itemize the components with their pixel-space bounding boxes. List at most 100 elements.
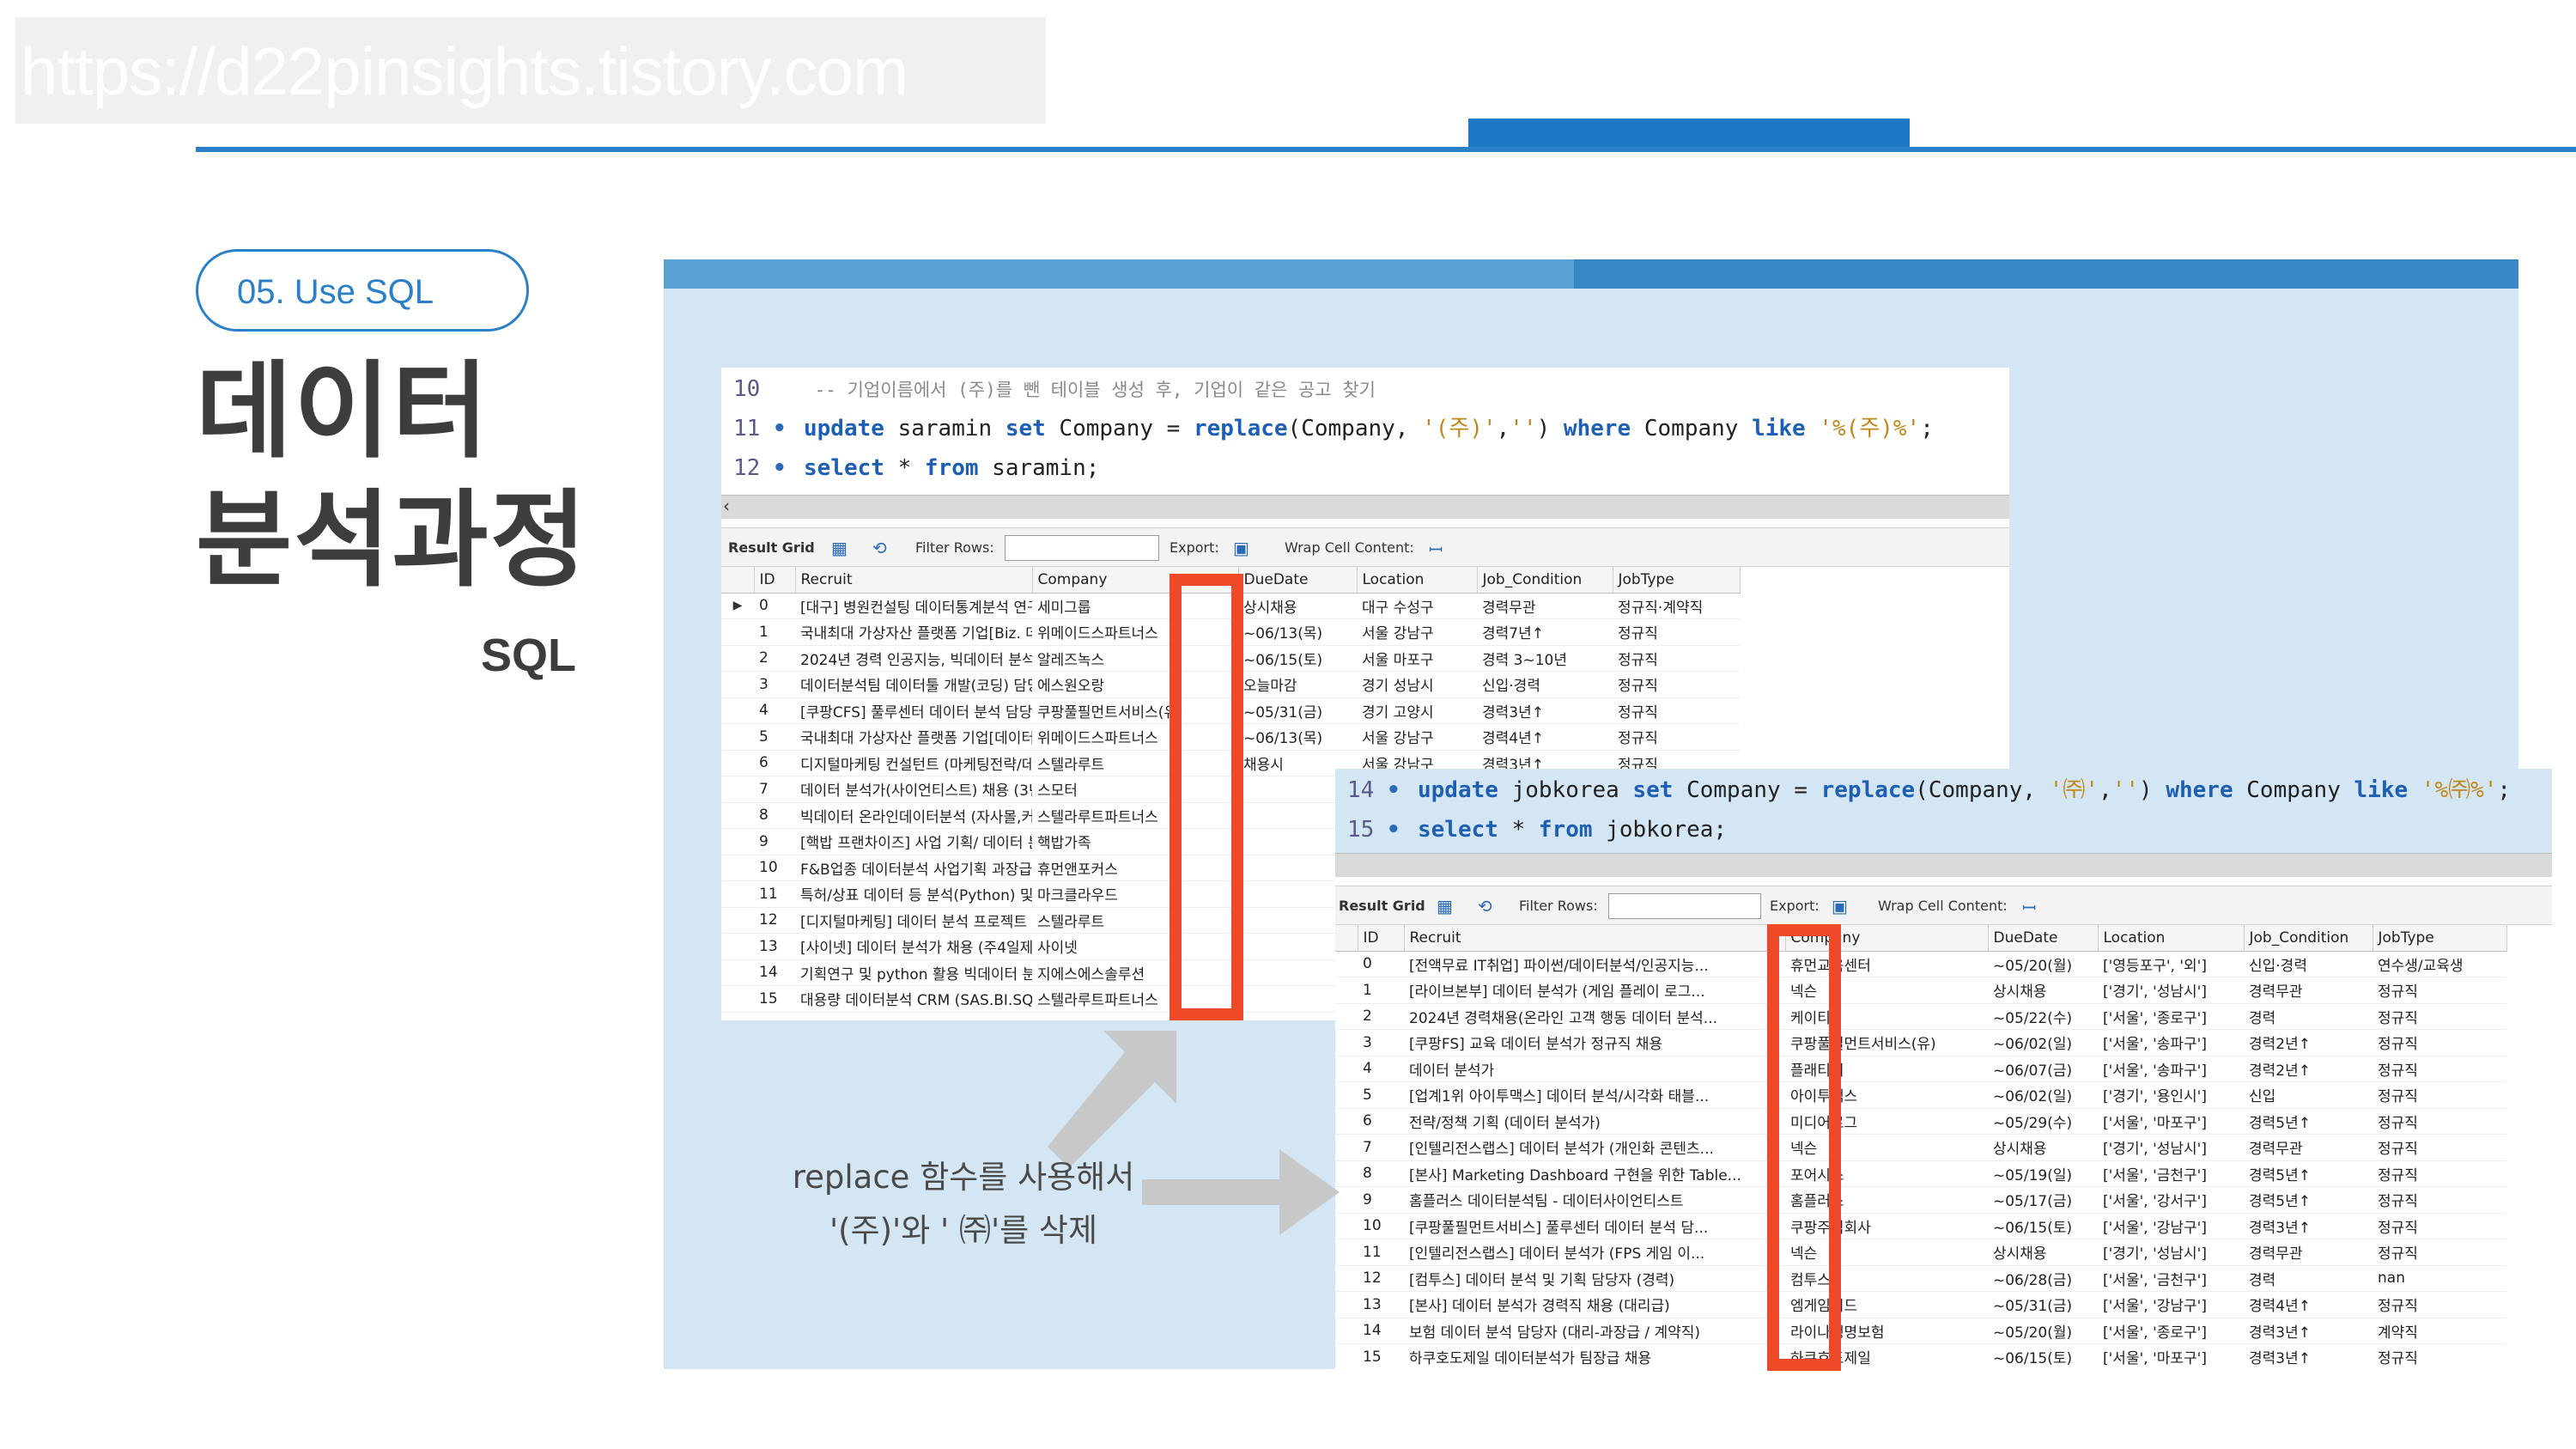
table-cell[interactable]: ~05/17(금) <box>1988 1186 2098 1214</box>
row-marker[interactable] <box>1335 1029 1358 1056</box>
table-cell[interactable]: ~05/31(금) <box>1988 1291 2098 1318</box>
row-marker[interactable] <box>721 671 754 698</box>
table-cell[interactable]: 1 <box>754 618 795 646</box>
table-cell[interactable]: 경력3년↑ <box>1477 697 1613 724</box>
table-row[interactable]: 8 [본사] Marketing Dashboard 구현을 위한 Table..… <box>1335 1160 2506 1187</box>
horizontal-scrollbar[interactable]: ‹ <box>721 495 2009 519</box>
table-cell[interactable]: ['서울', '금천구'] <box>2098 1265 2244 1292</box>
column-header[interactable]: Location <box>2098 925 2245 952</box>
column-header[interactable]: JobType <box>2372 925 2507 952</box>
table-cell[interactable]: ['서울', '강남구'] <box>2098 1213 2244 1239</box>
table-cell[interactable]: 경력 <box>2244 1265 2372 1292</box>
table-cell[interactable]: 6 <box>1358 1108 1404 1135</box>
code-line[interactable]: 11 • update saramin set Company = replace(… <box>721 409 1934 448</box>
column-header[interactable] <box>721 567 755 594</box>
table-row[interactable]: 4 데이터 분석가 플래티어 ~06/07(금) ['서울', '송파구'] 경력2년↑ 정… <box>1335 1056 2506 1082</box>
table-row[interactable]: 0 [전액무료 IT취업] 파이썬/데이터분석/인공지능... 휴먼교육센터 ~05/… <box>1335 951 2506 977</box>
table-cell[interactable]: 2024년 경력채용(온라인 고객 행동 데이터 분석... <box>1404 1003 1785 1030</box>
table-cell[interactable]: [본사] 데이터 분석가 경력직 채용 (대리급) <box>1404 1291 1785 1318</box>
column-header[interactable]: DueDate <box>1238 567 1358 594</box>
table-cell[interactable]: 12 <box>754 907 795 934</box>
table-cell[interactable]: [쿠팡풀필먼트서비스] 풀루센터 데이터 분석 담... <box>1404 1213 1785 1239</box>
table-cell[interactable]: 12 <box>1358 1265 1404 1292</box>
table-cell[interactable]: 특허/상표 데이터 등 분석(Python) 및 사업 기획... <box>795 880 1032 908</box>
table-cell[interactable]: 11 <box>1358 1239 1404 1266</box>
row-marker[interactable] <box>721 697 754 724</box>
grid-view-icon[interactable]: ▦ <box>1437 896 1453 916</box>
table-cell[interactable]: 6 <box>754 750 795 776</box>
row-marker[interactable] <box>721 802 754 829</box>
table-cell[interactable]: ['서울', '송파구'] <box>2098 1029 2244 1056</box>
table-cell[interactable]: 3 <box>754 671 795 698</box>
table-cell[interactable]: 데이터분석팀 데이터툴 개발(코딩) 담당 팀원... <box>795 671 1032 698</box>
row-marker[interactable] <box>721 907 754 934</box>
table-cell[interactable]: [인텔리전스랩스] 데이터 분석가 (개인화 콘텐츠... <box>1404 1134 1785 1161</box>
table-cell[interactable]: 신입·경력 <box>2244 951 2372 977</box>
row-marker[interactable] <box>1335 977 1358 1004</box>
table-cell[interactable]: ~05/19(일) <box>1988 1160 2098 1187</box>
table-cell[interactable]: 2 <box>1358 1003 1404 1030</box>
table-cell[interactable]: 계약직 <box>2372 1318 2506 1344</box>
table-cell[interactable]: 정규직 <box>2372 977 2506 1004</box>
table-cell[interactable]: 정규직 <box>2372 1056 2506 1082</box>
table-cell[interactable]: 13 <box>1358 1291 1404 1318</box>
column-header[interactable]: Job_Condition <box>1477 567 1613 594</box>
wrap-cell-icon[interactable]: ꟷ <box>1429 538 1443 561</box>
export-icon[interactable]: ▣ <box>1832 896 1848 916</box>
table-cell[interactable]: 서울 마포구 <box>1357 645 1477 672</box>
refresh-icon[interactable]: ⟲ <box>1478 896 1492 916</box>
table-cell[interactable]: 정규직 <box>2372 1213 2506 1239</box>
column-header[interactable]: DueDate <box>1988 925 2099 952</box>
table-cell[interactable]: ['서울', '송파구'] <box>2098 1056 2244 1082</box>
table-cell[interactable]: 경력4년↑ <box>2244 1291 2372 1318</box>
table-cell[interactable]: ~06/07(금) <box>1988 1056 2098 1082</box>
table-cell[interactable]: 정규직 <box>2372 1239 2506 1266</box>
table-cell[interactable]: 정규직 <box>2372 1343 2506 1370</box>
code-line[interactable]: 15 • select * from jobkorea; <box>1335 810 1727 849</box>
table-cell[interactable]: 국내최대 가상자산 플랫폼 기업[데이터 분석 개... <box>795 723 1032 751</box>
column-header[interactable]: ID <box>754 567 796 594</box>
column-header[interactable]: Recruit <box>795 567 1033 594</box>
table-cell[interactable]: 경력무관 <box>2244 1239 2372 1266</box>
row-marker[interactable] <box>721 645 754 672</box>
table-cell[interactable]: nan <box>2372 1265 2506 1292</box>
table-row[interactable]: 6 전략/정책 기획 (데이터 분석가) 미디어로그 ~05/29(수) ['서울', … <box>1335 1108 2506 1135</box>
table-cell[interactable]: 신입 <box>2244 1081 2372 1109</box>
table-cell[interactable]: 7 <box>1358 1134 1404 1161</box>
table-cell[interactable]: 연수생/교육생 <box>2372 951 2506 977</box>
table-cell[interactable]: 5 <box>754 723 795 751</box>
row-marker[interactable] <box>721 855 754 881</box>
table-cell[interactable]: ['서울', '종로구'] <box>2098 1318 2244 1344</box>
row-marker[interactable] <box>721 828 754 855</box>
row-marker[interactable] <box>721 723 754 751</box>
column-header[interactable]: Location <box>1357 567 1478 594</box>
table-cell[interactable]: 경력5년↑ <box>2244 1108 2372 1135</box>
table-row[interactable]: 11 [인텔리전스랩스] 데이터 분석가 (FPS 게임 이... 넥슨 상시채용 ['… <box>1335 1239 2506 1266</box>
column-header[interactable]: Recruit <box>1404 925 1786 952</box>
table-cell[interactable]: 상시채용 <box>1238 593 1357 619</box>
code-line[interactable]: 10 -- 기업이름에서 (주)를 뺀 테이블 생성 후, 기업이 같은 공고 … <box>721 369 1376 409</box>
row-marker[interactable] <box>1335 1003 1358 1030</box>
table-cell[interactable]: 경력5년↑ <box>2244 1186 2372 1214</box>
table-row[interactable]: 2 2024년 경력채용(온라인 고객 행동 데이터 분석... 케이티 ~05/22… <box>1335 1003 2506 1030</box>
table-cell[interactable]: ~06/28(금) <box>1988 1265 2098 1292</box>
table-cell[interactable]: 7 <box>754 776 795 803</box>
table-cell[interactable]: 15 <box>1358 1343 1404 1370</box>
table-cell[interactable]: 9 <box>754 828 795 855</box>
horizontal-scrollbar[interactable] <box>1335 853 2552 877</box>
row-marker[interactable] <box>1335 1108 1358 1135</box>
table-cell[interactable]: [본사] Marketing Dashboard 구현을 위한 Table... <box>1404 1160 1785 1187</box>
table-cell[interactable]: 정규직 <box>2372 1134 2506 1161</box>
table-cell[interactable]: ~05/31(금) <box>1238 697 1357 724</box>
table-cell[interactable]: ['경기', '성남시'] <box>2098 1134 2244 1161</box>
table-cell[interactable]: 정규직 <box>2372 1160 2506 1187</box>
table-cell[interactable]: F&B업종 데이터분석 사업기획 과장급 <box>795 855 1032 881</box>
table-cell[interactable]: 데이터 분석가 <box>1404 1056 1785 1082</box>
table-cell[interactable]: [핵밥 프랜차이즈] 사업 기획/ 데이터 분석 전... <box>795 828 1032 855</box>
table-cell[interactable]: 오늘마감 <box>1238 671 1357 698</box>
table-cell[interactable]: 대용량 데이터분석 CRM (SAS.BI.SQL.3-15년)... <box>795 985 1032 1013</box>
table-cell[interactable]: 경력 <box>2244 1003 2372 1030</box>
table-cell[interactable]: [쿠팡CFS] 풀루센터 데이터 분석 담당자(RP) <box>795 697 1032 724</box>
table-cell[interactable]: 정규직 <box>2372 1108 2506 1135</box>
table-cell[interactable]: 정규직 <box>2372 1186 2506 1214</box>
